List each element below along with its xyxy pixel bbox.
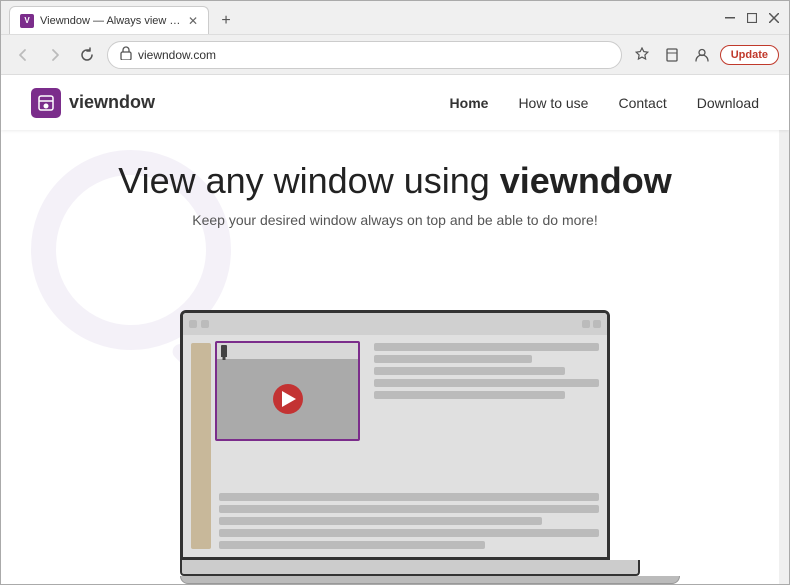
laptop-base — [180, 560, 640, 576]
lower-line-4 — [219, 529, 599, 537]
lower-line-3 — [219, 517, 542, 525]
laptop-main — [219, 343, 599, 549]
topbar-dot-r2 — [593, 320, 601, 328]
lower-line-2 — [219, 505, 599, 513]
tab-title: Viewndow — Always view desir... — [40, 15, 182, 27]
lock-icon — [120, 46, 132, 63]
content-lines-right — [374, 343, 599, 487]
laptop-bottom — [180, 576, 680, 584]
hero-title: View any window using viewndow — [118, 160, 672, 202]
maximize-button[interactable] — [745, 11, 759, 25]
url-text: viewndow.com — [138, 48, 216, 62]
website-content: viewndow Home How to use Contact Downloa… — [1, 75, 789, 584]
active-tab[interactable]: V Viewndow — Always view desir... ✕ — [9, 6, 209, 34]
lower-line-1 — [219, 493, 599, 501]
lower-content-lines — [219, 493, 599, 549]
forward-button[interactable] — [43, 43, 67, 67]
screen-topbar — [183, 313, 607, 335]
tab-favicon: V — [20, 14, 34, 28]
logo-icon — [31, 88, 61, 118]
address-bar: viewndow.com Update — [1, 35, 789, 75]
content-line-5 — [374, 391, 565, 399]
topbar-dot-1 — [189, 320, 197, 328]
topbar-dot-2 — [201, 320, 209, 328]
topbar-dot-r1 — [582, 320, 590, 328]
content-line-3 — [374, 367, 565, 375]
floating-window-bar — [217, 343, 358, 359]
tab-area: V Viewndow — Always view desir... ✕ + — [9, 1, 723, 34]
new-tab-button[interactable]: + — [213, 8, 239, 34]
site-nav-links: Home How to use Contact Download — [450, 95, 759, 111]
lower-line-5 — [219, 541, 485, 549]
toolbar-icons: Update — [630, 43, 779, 67]
laptop-content-area — [183, 335, 607, 557]
nav-link-home[interactable]: Home — [450, 95, 489, 111]
laptop-illustration — [1, 248, 789, 584]
laptop-screen-inner — [183, 313, 607, 557]
refresh-button[interactable] — [75, 43, 99, 67]
address-input[interactable]: viewndow.com — [107, 41, 622, 69]
pin-icon — [221, 345, 227, 357]
update-button[interactable]: Update — [720, 45, 779, 65]
title-bar: V Viewndow — Always view desir... ✕ + — [1, 1, 789, 35]
browser-frame: V Viewndow — Always view desir... ✕ + — [0, 0, 790, 585]
bookmark-icon[interactable] — [660, 43, 684, 67]
star-icon[interactable] — [630, 43, 654, 67]
play-button — [273, 384, 303, 414]
hero-section: viewndow View any window using viewndow … — [1, 130, 789, 584]
content-line-2 — [374, 355, 532, 363]
laptop — [180, 310, 610, 584]
hero-subtitle: Keep your desired window always on top a… — [192, 212, 597, 228]
floating-window-body — [217, 359, 358, 439]
play-triangle — [282, 391, 296, 407]
topbar-dots-right — [582, 320, 601, 328]
logo-text: viewndow — [69, 92, 155, 113]
nav-link-contact[interactable]: Contact — [618, 95, 666, 111]
site-nav: viewndow Home How to use Contact Downloa… — [1, 75, 789, 130]
nav-link-download[interactable]: Download — [697, 95, 759, 111]
content-line-4 — [374, 379, 599, 387]
site-logo[interactable]: viewndow — [31, 88, 155, 118]
floating-window — [215, 341, 360, 441]
account-icon[interactable] — [690, 43, 714, 67]
tab-close-button[interactable]: ✕ — [188, 14, 198, 28]
minimize-button[interactable] — [723, 11, 737, 25]
laptop-sidebar — [191, 343, 211, 549]
window-controls — [723, 11, 781, 25]
content-line-1 — [374, 343, 599, 351]
close-button[interactable] — [767, 11, 781, 25]
laptop-screen — [180, 310, 610, 560]
back-button[interactable] — [11, 43, 35, 67]
nav-link-how-to-use[interactable]: How to use — [518, 95, 588, 111]
